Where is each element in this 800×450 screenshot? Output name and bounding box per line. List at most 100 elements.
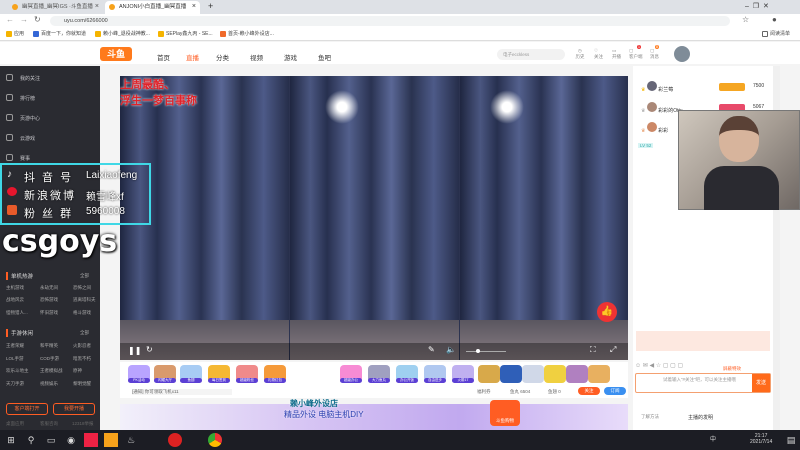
windows-start-icon[interactable]: ⊞ (4, 433, 18, 447)
nav-fishbar[interactable]: 鱼吧 (318, 52, 331, 62)
game-link[interactable]: 原神 (73, 368, 82, 374)
follow-button[interactable]: ♡ 关注 (594, 48, 603, 60)
gift-item[interactable]: 火箭1T (452, 365, 474, 383)
footer-link[interactable]: 客服咨询 (40, 421, 58, 427)
game-link[interactable]: 逃离塔科夫 (73, 297, 96, 303)
task-view-icon[interactable]: ▭ (44, 433, 58, 447)
game-link[interactable]: 永劫无间 (40, 285, 58, 291)
gift-item[interactable] (522, 365, 544, 383)
game-link[interactable]: 王者荣耀 (6, 343, 24, 349)
gift-item[interactable] (500, 365, 522, 383)
game-link[interactable]: 天刀手游 (6, 381, 24, 387)
douyu-shop-badge[interactable]: 斗鱼购物 (490, 400, 520, 426)
url-input[interactable]: uyu.com/6266000 (50, 16, 730, 26)
start-broadcast-button[interactable]: 我要开播 (53, 403, 95, 415)
douyu-icon[interactable] (104, 433, 118, 447)
nav-game[interactable]: 游戏 (284, 52, 297, 62)
nav-home[interactable]: 首页 (157, 52, 170, 62)
search-icon[interactable]: ⚲ (24, 433, 38, 447)
sidebar-item-esports[interactable]: 赛事 (6, 154, 30, 162)
avatar[interactable] (674, 46, 690, 62)
shield-effects-toggle[interactable]: 屏蔽特效 (723, 366, 741, 372)
game-link[interactable]: LOL手游 (6, 356, 24, 362)
game-link[interactable]: 暗黑不朽 (73, 356, 91, 362)
close-icon[interactable]: × (192, 1, 196, 13)
gift-item[interactable] (566, 365, 588, 383)
chat-tools[interactable]: ☺ ✉ ◀ ☆ ▢ ▢ ▢ (635, 362, 683, 369)
rank-row[interactable]: ♛ 彩兰莓 7500 (641, 81, 771, 97)
search-input[interactable]: 电子ecckless (497, 49, 565, 60)
refresh-icon[interactable]: ↻ (146, 345, 153, 354)
game-link[interactable]: 视频娱乐 (40, 381, 58, 387)
game-link[interactable]: 怀旧游戏 (40, 310, 58, 316)
chat-input[interactable]: 试着输入“#关注”吧，可以关注主播哦 (663, 377, 738, 383)
bookmark[interactable]: 赖小峰_退役战神教... (95, 30, 150, 37)
nav-live[interactable]: 直播 (186, 52, 199, 62)
footer-link[interactable]: 桌面应用 (6, 421, 24, 427)
game-link[interactable]: 主机游戏 (6, 285, 24, 291)
like-button[interactable]: 👍 (597, 302, 617, 322)
game-link[interactable]: 怪物猎人... (6, 310, 28, 316)
gift-item[interactable] (544, 365, 566, 383)
game-link[interactable]: 王者模拟战 (40, 368, 63, 374)
gift-item[interactable]: 礼物红包 (264, 365, 286, 383)
video-player[interactable]: 上周最酷、 浮生一梦百事称 👍 (120, 76, 628, 360)
ad-banner[interactable]: 赖小峰外设店 精品外设 电脑主机DIY 斗鱼购物 (120, 399, 628, 430)
gift-item[interactable]: 闪耀大厅 (154, 365, 176, 383)
message-button[interactable]: ▢ 消息 (650, 48, 659, 60)
game-link[interactable]: 恐怖之间 (73, 285, 91, 291)
profile-icon[interactable]: ● (772, 15, 777, 24)
anchor-friends-tab[interactable]: 主播的发明 (688, 414, 713, 421)
game-link[interactable]: 火影忍者 (73, 343, 91, 349)
gift-item[interactable]: PK活动 (128, 365, 150, 383)
game-link[interactable]: 和平精英 (40, 343, 58, 349)
ime-indicator[interactable]: 中 (706, 433, 720, 447)
more-link[interactable]: 全部 (80, 273, 89, 279)
pause-icon[interactable]: ❚❚ (128, 346, 141, 355)
douyu-logo[interactable]: 斗鱼 (100, 47, 132, 61)
gift-item[interactable] (588, 365, 610, 383)
star-icon[interactable]: ☆ (742, 15, 749, 24)
app-icon[interactable] (84, 433, 98, 447)
bookmark[interactable]: 首页-赖小峰外设店... (220, 30, 274, 37)
nav-video[interactable]: 视频 (250, 52, 263, 62)
game-link[interactable]: 战地风云 (6, 297, 24, 303)
obs-icon[interactable]: ◉ (64, 433, 78, 447)
open-client-button[interactable]: 客户端打开 (6, 403, 48, 415)
new-tab-button[interactable]: + (208, 1, 213, 11)
reading-list[interactable]: 阅读清单 (762, 30, 790, 37)
bookmark[interactable]: SEPlay鑫九丙 - SE... (158, 30, 213, 37)
gift-item[interactable]: 超级办公 (340, 365, 362, 383)
tab-2[interactable]: ANJONI小白直播_幽冥直播 × (105, 1, 200, 14)
notification-icon[interactable]: ▤ (784, 433, 798, 447)
game-link[interactable]: 格斗游戏 (73, 310, 91, 316)
steam-icon[interactable]: ♨ (124, 433, 138, 447)
window-controls[interactable]: – ❐ ✕ (745, 2, 769, 10)
expand-icon[interactable]: ⤢ (610, 345, 616, 355)
chrome-icon[interactable] (208, 433, 222, 447)
volume-icon[interactable]: 🔈 (446, 345, 456, 354)
gift-item[interactable]: 超级粉丝 (236, 365, 258, 383)
game-link[interactable]: COD手游 (40, 356, 59, 362)
game-link[interactable]: 恐怖游戏 (40, 297, 58, 303)
footer-link[interactable]: 12318举报 (72, 421, 94, 427)
volume-slider[interactable] (466, 349, 506, 353)
gift-item[interactable]: 办公开饭 (396, 365, 418, 383)
help-link[interactable]: 了解方法 (641, 414, 659, 420)
bookmark[interactable]: 应用 (6, 30, 24, 37)
game-link[interactable]: 欢乐斗地主 (6, 368, 29, 374)
sidebar-item-cloudgame[interactable]: 云游戏 (6, 134, 35, 142)
gift-item[interactable]: 自由进步 (424, 365, 446, 383)
sidebar-item-follow[interactable]: 我的关注 (6, 74, 40, 82)
danmaku-edit-icon[interactable]: ✎ (428, 345, 435, 354)
nav-category[interactable]: 分类 (216, 52, 229, 62)
broadcast-button[interactable]: ▭ 开播 (612, 48, 621, 60)
gift-item[interactable] (478, 365, 500, 383)
close-icon[interactable]: × (95, 1, 99, 13)
fullscreen-icon[interactable]: ⛶ (590, 345, 596, 355)
forward-icon[interactable]: → (20, 15, 28, 24)
netease-icon[interactable] (168, 433, 182, 447)
sidebar-item-webgame[interactable]: 页游中心 (6, 114, 40, 122)
back-icon[interactable]: ← (6, 15, 14, 24)
send-button[interactable]: 发送 (752, 374, 770, 392)
